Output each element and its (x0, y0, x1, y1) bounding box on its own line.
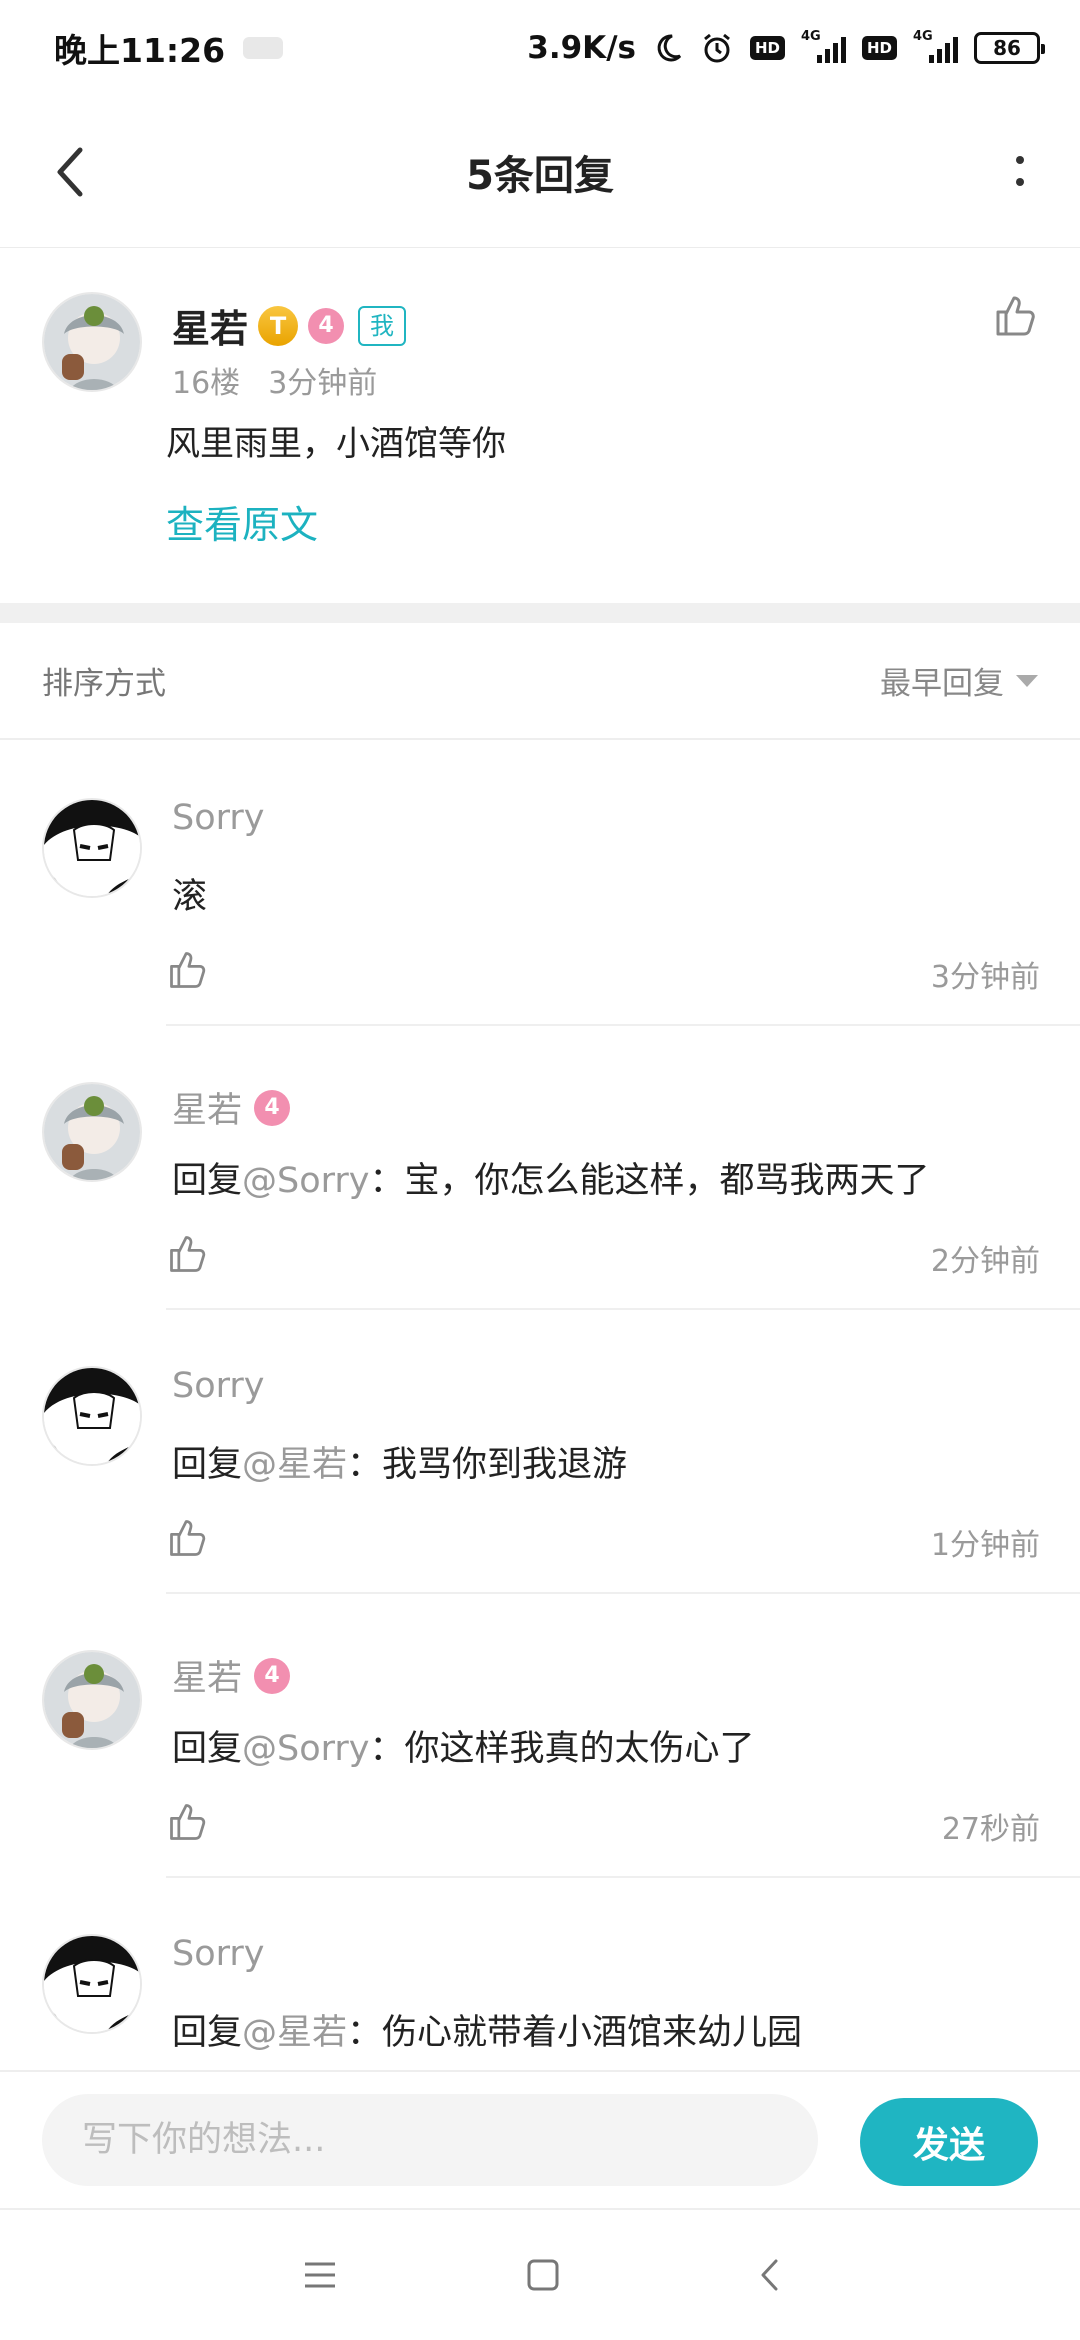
home-button[interactable] (503, 2235, 583, 2315)
post-time: 3分钟前 (268, 366, 378, 401)
nav-back-button[interactable] (730, 2235, 810, 2315)
like-button[interactable] (166, 1800, 210, 1844)
sort-value: 最早回复 (880, 666, 1004, 702)
level-badge: 4 (308, 307, 345, 344)
sort-dropdown[interactable]: 最早回复 (880, 658, 1038, 703)
page-title: 5条回复 (466, 152, 614, 199)
avatar[interactable] (42, 1082, 142, 1182)
back-arrow-icon (57, 147, 83, 197)
battery-icon: 86 (974, 32, 1045, 64)
level-badge: 4 (254, 1657, 291, 1694)
avatar[interactable] (42, 798, 142, 898)
mention[interactable]: @星若 (242, 2013, 347, 2053)
like-button[interactable] (992, 292, 1040, 340)
title-badge: T (258, 305, 299, 346)
reply-text: 回复@星若：我骂你到我退游 (172, 1445, 628, 1485)
list-item: Sorry 滚 3分钟前 (0, 742, 1080, 1026)
comment-input[interactable] (42, 2094, 818, 2186)
thumbs-up-icon (170, 952, 206, 988)
reply-text: 滚 (172, 877, 208, 917)
status-bar: 晚上11:26 3.9K/s HD 4G HD 4G 86 (0, 0, 1080, 96)
avatar[interactable] (42, 1934, 142, 2034)
user-name[interactable]: 星若 (172, 298, 248, 353)
system-nav-bar (0, 2210, 1080, 2340)
home-square-icon (527, 2259, 559, 2291)
chevron-down-icon (1016, 674, 1038, 687)
reply-time: 3分钟前 (930, 960, 1040, 995)
list-item: 星若 4 回复@Sorry：你这样我真的太伤心了 27秒前 (0, 1594, 1080, 1878)
more-vertical-icon (1016, 156, 1024, 186)
like-button[interactable] (166, 948, 210, 992)
reply-text: 回复@星若：伤心就带着小酒馆来幼儿园 (172, 2013, 803, 2053)
signal-icon: 4G (801, 29, 846, 63)
network-speed: 3.9K/s (527, 30, 636, 66)
like-button[interactable] (166, 1516, 210, 1560)
comment-input-bar: 发送 (0, 2070, 1080, 2210)
sort-bar: 排序方式 最早回复 (0, 623, 1080, 740)
list-item: Sorry 回复@星若：我骂你到我退游 1分钟前 (0, 1310, 1080, 1594)
reply-time: 2分钟前 (930, 1244, 1040, 1279)
back-chevron-icon (761, 2259, 778, 2291)
thumbs-up-icon (996, 296, 1035, 336)
alarm-icon (700, 31, 734, 65)
menu-icon (305, 2262, 335, 2288)
section-divider (0, 603, 1080, 623)
notification-icon (243, 37, 284, 59)
user-name[interactable]: 星若 (172, 1650, 242, 1701)
mention[interactable]: @Sorry (242, 1161, 370, 1201)
user-name[interactable]: Sorry (172, 798, 265, 838)
view-original-link[interactable]: 查看原文 (166, 494, 318, 549)
me-tag: 我 (358, 305, 407, 346)
avatar[interactable] (42, 292, 142, 392)
hd-icon: HD (861, 36, 897, 60)
thumbs-up-icon (170, 1520, 206, 1556)
avatar[interactable] (42, 1650, 142, 1750)
mention[interactable]: @星若 (242, 1445, 347, 1485)
status-time: 晚上11:26 (54, 31, 226, 70)
floor-number: 16楼 (172, 366, 241, 401)
list-item: Sorry 回复@星若：伤心就带着小酒馆来幼儿园 (0, 1878, 1080, 2070)
app-header: 5条回复 (0, 96, 1080, 248)
avatar[interactable] (42, 1366, 142, 1466)
user-name[interactable]: Sorry (172, 1366, 265, 1406)
more-button[interactable] (1000, 142, 1040, 202)
sort-label: 排序方式 (42, 666, 166, 702)
list-item: 星若 4 回复@Sorry：宝，你怎么能这样，都骂我两天了 2分钟前 (0, 1026, 1080, 1310)
reply-time: 1分钟前 (930, 1528, 1040, 1563)
reply-text: 回复@Sorry：宝，你怎么能这样，都骂我两天了 (172, 1161, 930, 1201)
moon-icon (652, 32, 684, 64)
signal-icon: 4G (913, 29, 958, 63)
reply-text: 回复@Sorry：你这样我真的太伤心了 (172, 1729, 755, 1769)
user-name[interactable]: 星若 (172, 1082, 242, 1133)
original-comment: 星若 T 4 我 16楼 3分钟前 风里雨里，小酒馆等你 查看原文 (0, 248, 1080, 603)
level-badge: 4 (254, 1089, 291, 1126)
menu-button[interactable] (280, 2235, 360, 2315)
thumbs-up-icon (170, 1804, 206, 1840)
comment-text: 风里雨里，小酒馆等你 (166, 424, 506, 464)
mention[interactable]: @Sorry (242, 1729, 370, 1769)
reply-time: 27秒前 (941, 1812, 1040, 1847)
send-button[interactable]: 发送 (860, 2098, 1038, 2186)
back-button[interactable] (40, 142, 100, 202)
hd-icon: HD (749, 36, 785, 60)
thumbs-up-icon (170, 1236, 206, 1272)
like-button[interactable] (166, 1232, 210, 1276)
user-name[interactable]: Sorry (172, 1934, 265, 1974)
